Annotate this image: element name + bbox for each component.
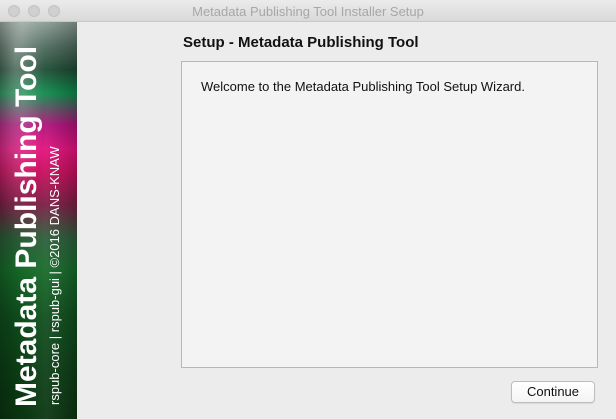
welcome-text: Welcome to the Metadata Publishing Tool … (201, 79, 525, 94)
content-panel: Welcome to the Metadata Publishing Tool … (181, 61, 598, 368)
page-heading: Setup - Metadata Publishing Tool (183, 34, 419, 51)
installer-window: Metadata Publishing Tool Installer Setup… (0, 0, 616, 419)
continue-button[interactable]: Continue (511, 381, 595, 403)
title-bar: Metadata Publishing Tool Installer Setup (0, 0, 616, 22)
side-banner-image: Metadata Publishing Tool rspub-core | rs… (0, 22, 77, 419)
banner-subtitle: rspub-core | rspub-gui | ©2016 DANS-KNAW (47, 146, 62, 405)
banner-title: Metadata Publishing Tool (10, 45, 43, 407)
window-title: Metadata Publishing Tool Installer Setup (192, 4, 424, 19)
